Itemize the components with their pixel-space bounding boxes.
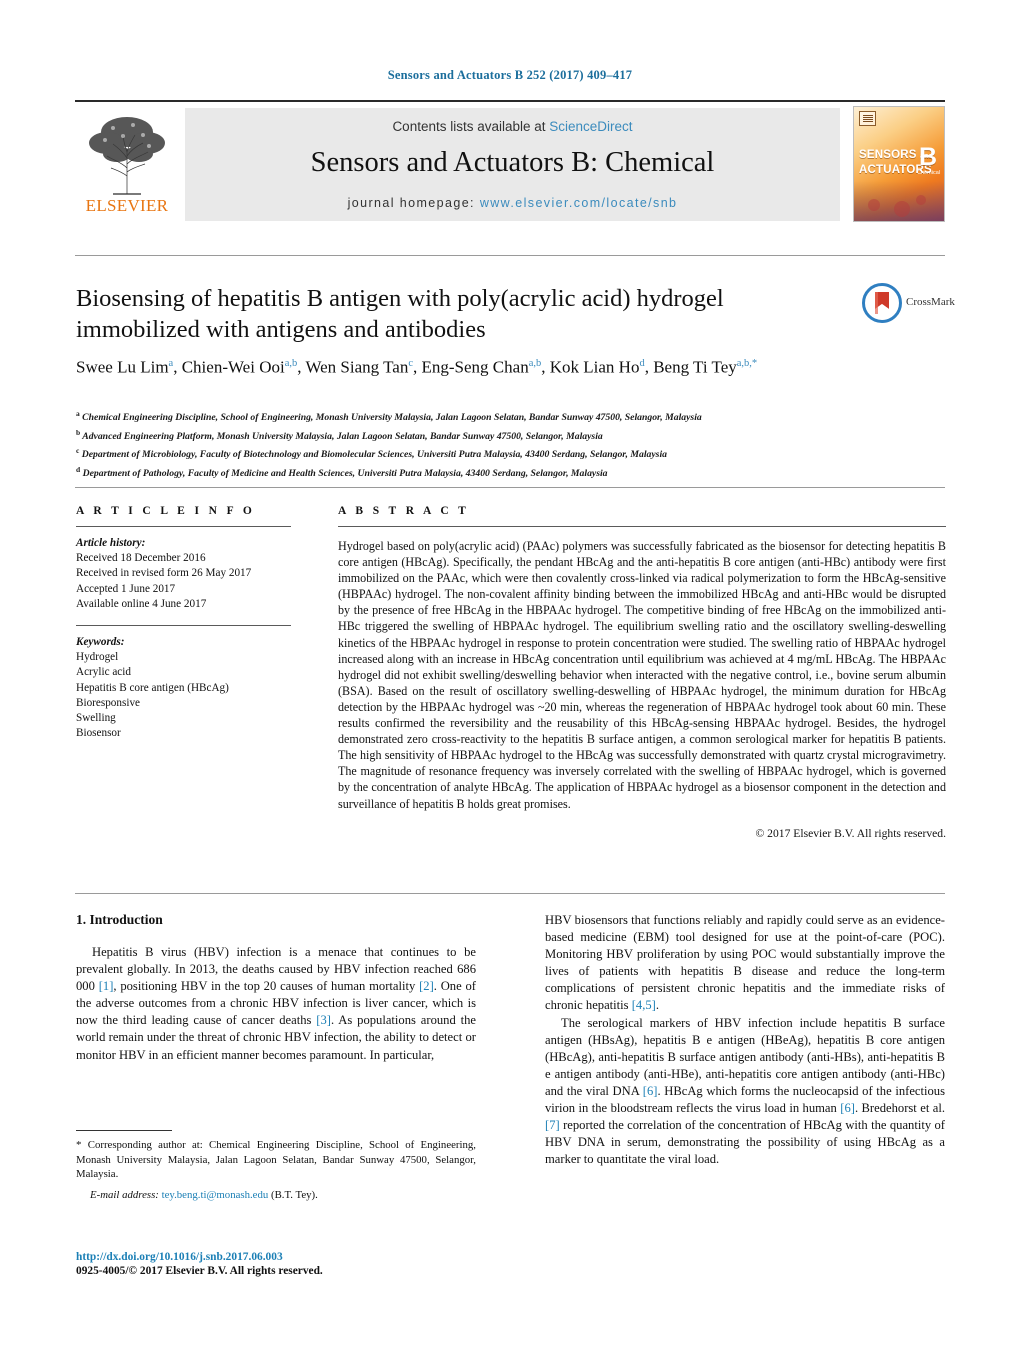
affiliation-marker: a bbox=[76, 409, 80, 418]
abstract-column: A B S T R A C T Hydrogel based on poly(a… bbox=[338, 505, 946, 840]
intro-paragraph-right-2: The serological markers of HBV infection… bbox=[545, 1015, 945, 1169]
page-title: Biosensing of hepatitis B antigen with p… bbox=[76, 285, 724, 343]
cover-series-sub: Chemical bbox=[917, 170, 940, 176]
article-history: Article history: Received 18 December 20… bbox=[76, 536, 291, 612]
intro-text: HBV biosensors that functions reliably a… bbox=[545, 913, 945, 1013]
history-item: Received 18 December 2016 bbox=[76, 552, 206, 565]
history-item: Received in revised form 26 May 2017 bbox=[76, 567, 252, 580]
journal-banner: ELSEVIER Contents lists available at Sci… bbox=[75, 100, 945, 223]
cover-sensors-word: SENSORS bbox=[859, 149, 917, 161]
keyword-item: Hepatitis B core antigen (HBcAg) bbox=[76, 681, 229, 694]
title-divider bbox=[75, 255, 945, 256]
abstract-heading: A B S T R A C T bbox=[338, 505, 470, 517]
corresponding-author-note: * Corresponding author at: Chemical Engi… bbox=[76, 1138, 476, 1182]
keywords-label: Keywords: bbox=[76, 636, 125, 649]
abstract-section-bottom-divider bbox=[75, 893, 945, 894]
affiliation-list: a Chemical Engineering Discipline, Schoo… bbox=[76, 407, 946, 481]
intro-text: reported the correlation of the concentr… bbox=[545, 1118, 945, 1167]
intro-text: . bbox=[655, 998, 660, 1013]
elsevier-logo: ELSEVIER bbox=[77, 110, 177, 220]
contents-prefix: Contents lists available at bbox=[392, 119, 550, 134]
abstract-text: Hydrogel based on poly(acrylic acid) (PA… bbox=[338, 539, 946, 811]
email-link[interactable]: tey.beng.ti@monash.edu bbox=[162, 1189, 269, 1201]
affiliation-marker: c bbox=[76, 446, 80, 456]
journal-homepage-link[interactable]: www.elsevier.com/locate/snb bbox=[480, 196, 678, 210]
intro-text: , positioning HBV in the top 20 causes o… bbox=[113, 979, 420, 994]
footnote-block: * Corresponding author at: Chemical Engi… bbox=[76, 1138, 476, 1202]
article-info-column: A R T I C L E I N F O Article history: R… bbox=[76, 505, 291, 741]
keyword-item: Bioresponsive bbox=[76, 696, 141, 709]
crossmark-badge[interactable]: CrossMark bbox=[862, 283, 955, 325]
cover-dot bbox=[868, 199, 880, 211]
issn-copyright-line: 0925-4005/© 2017 Elsevier B.V. All right… bbox=[76, 1265, 323, 1277]
doi-link[interactable]: http://dx.doi.org/10.1016/j.snb.2017.06.… bbox=[76, 1251, 496, 1263]
email-suffix: (B.T. Tey). bbox=[268, 1188, 318, 1201]
citation-ref-2[interactable]: [2] bbox=[419, 979, 434, 993]
citation-ref-6[interactable]: [6] bbox=[840, 1101, 855, 1115]
footnote-divider bbox=[76, 1130, 172, 1131]
journal-cover-thumbnail: SENSORS and ACTUATORS B Chemical bbox=[853, 106, 945, 222]
body-left-column: 1. Introduction Hepatitis B virus (HBV) … bbox=[76, 912, 476, 1064]
author-list: Swee Lu Lima, Chien-Wei Ooia,b, Wen Sian… bbox=[76, 357, 758, 377]
email-label: E-mail address: bbox=[90, 1188, 159, 1201]
citation-ref-6[interactable]: [6] bbox=[643, 1084, 658, 1098]
keyword-item: Hydrogel bbox=[76, 651, 119, 664]
paper-page: Sensors and Actuators B 252 (2017) 409–4… bbox=[0, 0, 1020, 1351]
journal-title: Sensors and Actuators B: Chemical bbox=[310, 147, 715, 178]
affiliation-text: Department of Pathology, Faculty of Medi… bbox=[82, 467, 608, 479]
corresponding-author-text: Corresponding author at: Chemical Engine… bbox=[76, 1139, 476, 1181]
elsevier-tree-icon bbox=[89, 117, 165, 195]
crossmark-icon bbox=[862, 283, 902, 323]
affiliation-item: a Chemical Engineering Discipline, Schoo… bbox=[76, 407, 946, 426]
article-history-label: Article history: bbox=[76, 537, 146, 549]
citation-ref-1[interactable]: [1] bbox=[99, 979, 114, 993]
affiliation-marker: b bbox=[76, 427, 81, 437]
history-item: Accepted 1 June 2017 bbox=[76, 582, 176, 595]
citation-ref-7[interactable]: [7] bbox=[545, 1118, 560, 1132]
abstract-copyright: © 2017 Elsevier B.V. All rights reserved… bbox=[755, 826, 946, 840]
email-note: E-mail address: tey.beng.ti@monash.edu (… bbox=[76, 1188, 476, 1203]
citation-ref-4-5[interactable]: [4,5] bbox=[632, 998, 656, 1012]
keyword-item: Swelling bbox=[76, 712, 116, 725]
contents-line: Contents lists available at ScienceDirec… bbox=[392, 119, 632, 134]
affiliation-marker: d bbox=[76, 464, 81, 474]
elsevier-wordmark: ELSEVIER bbox=[85, 196, 169, 215]
article-info-divider bbox=[76, 526, 291, 527]
intro-paragraph-left: Hepatitis B virus (HBV) infection is a m… bbox=[76, 944, 476, 1064]
citation-ref-3[interactable]: [3] bbox=[316, 1013, 331, 1027]
abstract-divider bbox=[338, 526, 946, 527]
keywords-list: Keywords: Hydrogel Acrylic acid Hepatiti… bbox=[76, 635, 291, 741]
keyword-item: Biosensor bbox=[76, 727, 121, 740]
intro-paragraph-right-1: HBV biosensors that functions reliably a… bbox=[545, 912, 945, 1015]
affiliation-item: c Department of Microbiology, Faculty of… bbox=[76, 444, 946, 463]
keyword-item: Acrylic acid bbox=[76, 666, 131, 679]
intro-text: . Bredehorst et al. bbox=[854, 1101, 945, 1116]
contents-box: Contents lists available at ScienceDirec… bbox=[185, 108, 840, 221]
affiliation-text: Department of Microbiology, Faculty of B… bbox=[81, 449, 667, 461]
affiliation-item: d Department of Pathology, Faculty of Me… bbox=[76, 463, 946, 482]
affiliation-item: b Advanced Engineering Platform, Monash … bbox=[76, 426, 946, 445]
cover-dot bbox=[894, 201, 910, 217]
running-head: Sensors and Actuators B 252 (2017) 409–4… bbox=[387, 68, 633, 82]
keywords-divider bbox=[76, 625, 291, 627]
journal-homepage-line: journal homepage: www.elsevier.com/locat… bbox=[348, 196, 678, 210]
affiliation-text: Advanced Engineering Platform, Monash Un… bbox=[82, 430, 603, 442]
affiliation-text: Chemical Engineering Discipline, School … bbox=[82, 412, 702, 424]
cover-dot bbox=[916, 195, 926, 205]
crossmark-label: CrossMark bbox=[906, 296, 955, 308]
footer-block: http://dx.doi.org/10.1016/j.snb.2017.06.… bbox=[76, 1251, 496, 1277]
homepage-prefix: journal homepage: bbox=[347, 196, 480, 210]
article-info-heading: A R T I C L E I N F O bbox=[76, 505, 256, 517]
section-heading-introduction: 1. Introduction bbox=[76, 912, 163, 927]
cover-series-letter: B bbox=[918, 143, 937, 171]
body-right-column: HBV biosensors that functions reliably a… bbox=[545, 912, 945, 1168]
cover-elsevier-icon bbox=[859, 111, 876, 126]
sciencedirect-link[interactable]: ScienceDirect bbox=[549, 119, 632, 134]
history-item: Available online 4 June 2017 bbox=[76, 597, 207, 610]
abstract-section-top-divider bbox=[75, 487, 945, 488]
